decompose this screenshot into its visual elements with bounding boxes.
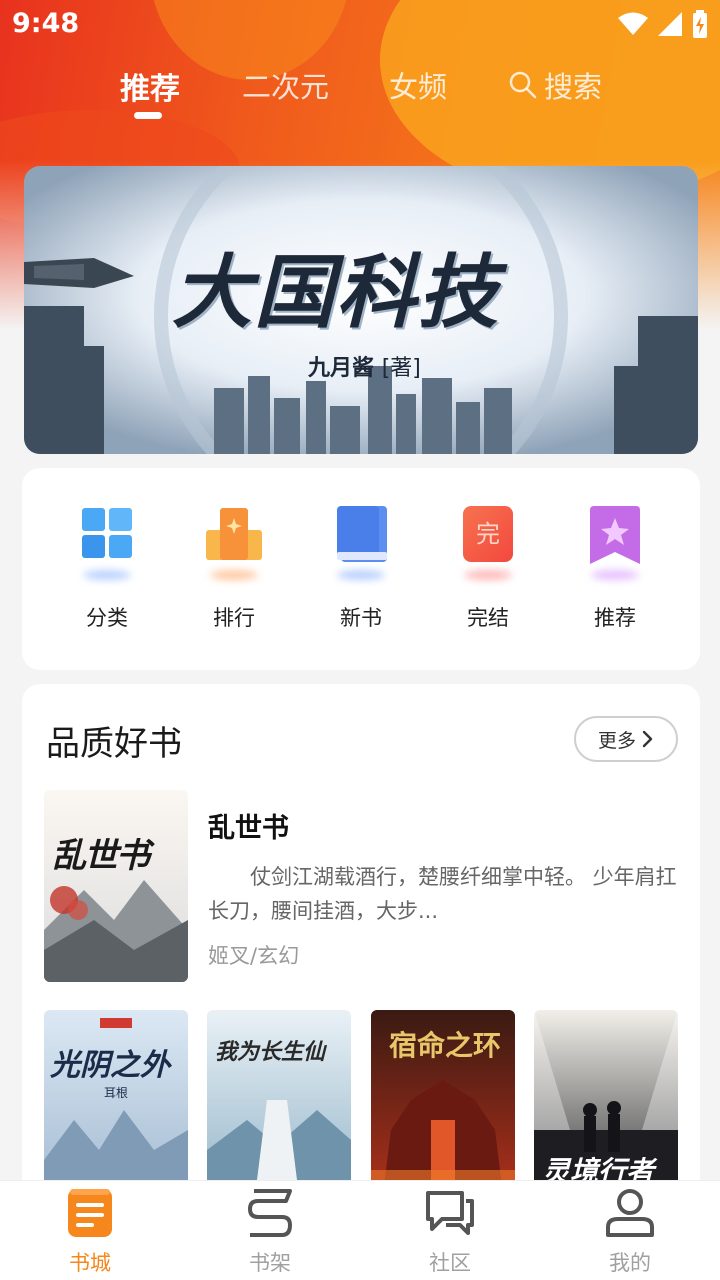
more-button-label: 更多 [597, 729, 636, 752]
book-cover-1-title: 光阴之外 [50, 1048, 170, 1083]
banner-author-line: 九月酱 [著] [308, 350, 421, 382]
nav-profile[interactable]: 我的 [570, 1187, 690, 1277]
banner-title: 大国科技 [172, 246, 500, 339]
bookmark-star-icon [579, 502, 651, 586]
tab-recommend[interactable]: 推荐 [120, 64, 180, 108]
quick-link-recommend[interactable]: 推荐 [560, 502, 670, 632]
quick-link-label: 新书 [340, 606, 382, 630]
more-button[interactable]: 更多 [574, 716, 678, 762]
featured-cover-title: 乱世书 [52, 836, 150, 876]
quick-link-ranking[interactable]: 排行 [179, 502, 289, 632]
quick-link-label: 完结 [467, 606, 509, 630]
bookstore-icon [68, 1189, 112, 1237]
nav-community-label: 社区 [429, 1251, 471, 1275]
quick-link-label: 推荐 [594, 606, 636, 630]
nav-community[interactable]: 社区 [390, 1187, 510, 1277]
nav-profile-label: 我的 [609, 1251, 651, 1275]
banner-author-tag: [著] [381, 356, 421, 381]
featured-book-description: 仗剑江湖载酒行，楚腰纤细掌中轻。 少年肩扛长刀，腰间挂酒，大步... [208, 865, 677, 923]
promo-banner[interactable]: 大国科技 九月酱 [著] [24, 166, 698, 454]
completed-icon-text: 完 [463, 506, 513, 562]
book-cover-4[interactable]: 灵境行者 [534, 1010, 678, 1204]
book-cover-2[interactable]: 我为长生仙 [207, 1010, 351, 1204]
book-cover-3-title: 宿命之环 [389, 1029, 502, 1062]
section-title: 品质好书 [46, 724, 182, 764]
completed-icon: 完 [452, 502, 524, 586]
ranking-icon [198, 502, 270, 586]
battery-icon [693, 10, 707, 38]
book-cover-3[interactable]: 宿命之环 [371, 1010, 515, 1204]
status-time: 9:48 [12, 8, 80, 39]
book-icon [325, 502, 397, 586]
top-tabs: 推荐 二次元 女频 搜索 [0, 56, 720, 126]
quality-books-section: 品质好书 更多 乱世书 乱世书 仗剑江湖载酒行，楚腰纤细掌中轻。 少年肩扛长刀，… [22, 684, 700, 1204]
nav-bookstore-label: 书城 [69, 1251, 111, 1275]
chevron-right-icon [642, 730, 653, 748]
tab-anime[interactable]: 二次元 [242, 64, 329, 106]
book-cover-1[interactable]: 光阴之外 耳根 [44, 1010, 188, 1204]
tab-indicator [134, 112, 162, 119]
chat-icon [426, 1191, 474, 1235]
banner-author: 九月酱 [308, 356, 375, 381]
status-bar: 9:48 [0, 0, 720, 50]
user-icon [606, 1189, 654, 1237]
quick-link-category[interactable]: 分类 [52, 502, 162, 632]
tab-search[interactable]: 搜索 [508, 64, 602, 106]
search-icon [509, 71, 537, 99]
quick-links-card: 分类 排行 新书 完 完结 推荐 [22, 468, 700, 670]
nav-bookshelf[interactable]: 书架 [210, 1187, 330, 1277]
bottom-nav: 书城 书架 社区 我的 [0, 1180, 720, 1280]
tab-search-label: 搜索 [544, 70, 603, 104]
featured-book-cover[interactable]: 乱世书 [44, 790, 188, 982]
featured-book-meta: 姬叉/玄幻 [208, 944, 300, 968]
quick-link-completed[interactable]: 完 完结 [433, 502, 543, 632]
nav-bookstore[interactable]: 书城 [30, 1187, 150, 1277]
bookshelf-icon [248, 1189, 292, 1237]
grid-icon [71, 502, 143, 586]
nav-bookshelf-label: 书架 [249, 1251, 291, 1275]
featured-book-title[interactable]: 乱世书 [208, 806, 289, 845]
quick-link-label: 排行 [213, 606, 255, 630]
tab-female[interactable]: 女频 [389, 64, 447, 106]
quick-link-new-books[interactable]: 新书 [306, 502, 416, 632]
book-cover-2-title: 我为长生仙 [215, 1040, 326, 1065]
quick-link-label: 分类 [86, 606, 128, 630]
status-icons [618, 10, 708, 38]
wifi-icon [618, 12, 648, 35]
book-cover-1-author: 耳根 [104, 1086, 129, 1100]
signal-icon [658, 12, 682, 36]
